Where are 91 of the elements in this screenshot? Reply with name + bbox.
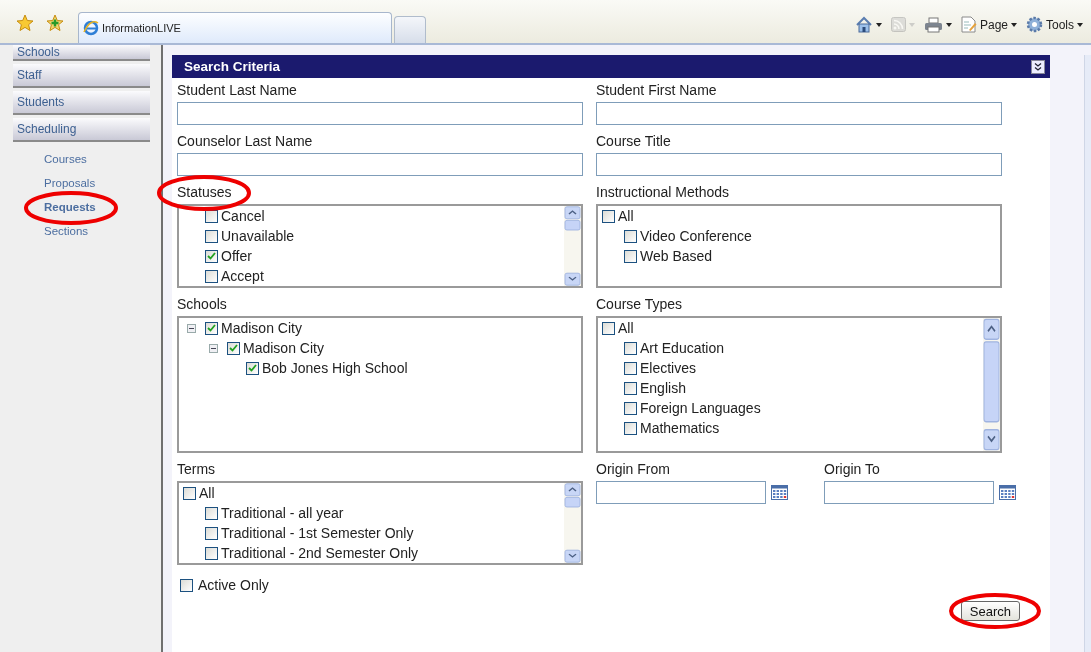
option-label: English (640, 380, 686, 396)
checkbox[interactable] (180, 578, 193, 592)
page-scrollbar[interactable] (1084, 55, 1091, 652)
nav-link[interactable]: Proposals (44, 176, 96, 191)
field-label: Student Last Name (177, 81, 297, 99)
caret-icon[interactable] (1011, 22, 1017, 27)
nav-button[interactable]: Schools (13, 45, 150, 61)
star-icon[interactable] (16, 14, 34, 31)
option-label: Madison City (221, 320, 302, 336)
field-label: Origin From (596, 460, 670, 478)
option-label: Foreign Languages (640, 400, 761, 416)
field-label: Course Title (596, 132, 671, 150)
checkbox[interactable] (624, 381, 637, 395)
checkbox[interactable] (624, 361, 637, 375)
option-label: Mathematics (640, 420, 720, 436)
checkbox[interactable] (227, 341, 240, 355)
date-field[interactable] (824, 481, 994, 504)
checkbox[interactable] (624, 249, 637, 263)
checkbox[interactable] (205, 546, 218, 560)
calendar-icon[interactable] (999, 485, 1016, 500)
checkbox[interactable] (205, 249, 218, 263)
toolbar-command[interactable]: Tools (1026, 16, 1083, 33)
nav-link[interactable]: Courses (44, 152, 87, 167)
text-field[interactable] (177, 102, 583, 125)
option-label: Accept (221, 268, 264, 284)
field-label: Instructional Methods (596, 183, 730, 201)
field-label: Schools (177, 295, 227, 313)
caret-icon[interactable] (1077, 22, 1083, 27)
option-label: Madison City (243, 340, 324, 356)
caret-icon[interactable] (875, 22, 882, 27)
option-label: Unavailable (221, 228, 295, 244)
option-label: All (618, 320, 634, 336)
date-field[interactable] (596, 481, 766, 504)
collapse-toggle[interactable] (187, 323, 196, 333)
toolbar-command[interactable]: Page (960, 16, 1017, 33)
option-label: Active Only (198, 577, 269, 593)
option-label: Video Conference (640, 228, 752, 244)
nav-button[interactable]: Staff (13, 64, 150, 88)
option-label: Traditional - all year (221, 505, 344, 521)
checkbox[interactable] (602, 321, 615, 335)
nav-button[interactable]: Scheduling (13, 118, 150, 142)
checkbox[interactable] (205, 526, 218, 540)
option-label: Traditional - 2nd Semester Only (221, 545, 419, 561)
collapse-toggle[interactable] (209, 343, 218, 353)
checkbox[interactable] (624, 401, 637, 415)
field-label: Terms (177, 460, 216, 478)
checkbox[interactable] (624, 229, 637, 243)
add-star-icon[interactable] (46, 14, 64, 31)
option-label: Offer (221, 248, 252, 264)
scrollbar[interactable] (564, 206, 581, 286)
checkbox[interactable] (205, 321, 218, 335)
option-label: Bob Jones High School (262, 360, 408, 376)
option-label: Art Education (640, 340, 725, 356)
text-field[interactable] (177, 153, 583, 176)
scrollbar[interactable] (983, 318, 1000, 451)
collapse-icon[interactable] (1031, 59, 1045, 74)
option-label: All (618, 208, 634, 224)
checkbox[interactable] (205, 269, 218, 283)
nav-link[interactable]: Sections (44, 224, 89, 239)
caret-icon[interactable] (945, 22, 952, 27)
search-button[interactable]: Search (960, 601, 1020, 621)
text-field[interactable] (596, 153, 1002, 176)
calendar-icon[interactable] (771, 485, 788, 500)
option-label: Cancel (221, 208, 265, 224)
option-label: Electives (640, 360, 697, 376)
checkbox[interactable] (183, 486, 196, 500)
scrollbar[interactable] (564, 483, 581, 563)
toolbar-command[interactable] (854, 16, 882, 33)
field-label: Origin To (824, 460, 880, 478)
text-field[interactable] (596, 102, 1002, 125)
checkbox[interactable] (205, 506, 218, 520)
checkbox[interactable] (624, 421, 637, 435)
checkbox[interactable] (624, 341, 637, 355)
checkbox[interactable] (246, 361, 259, 375)
browser-logo-icon (83, 20, 99, 36)
nav-button[interactable]: Students (13, 91, 150, 115)
printer-icon[interactable] (923, 16, 943, 33)
field-label: Statuses (177, 183, 232, 201)
field-label: Course Types (596, 295, 683, 313)
option-label: Traditional - 1st Semester Only (221, 525, 414, 541)
browser-tab[interactable]: InformationLIVE (78, 12, 392, 43)
checkbox[interactable] (205, 229, 218, 243)
field-label: Student First Name (596, 81, 717, 99)
checkbox[interactable] (602, 209, 615, 223)
option-label: All (199, 485, 215, 501)
toolbar-command[interactable] (923, 16, 952, 33)
home-icon[interactable] (854, 16, 873, 33)
panel-title: Search Criteria (184, 59, 281, 74)
option-label: Web Based (640, 248, 713, 264)
gear-icon[interactable] (1026, 16, 1043, 33)
field-label: Counselor Last Name (177, 132, 313, 150)
